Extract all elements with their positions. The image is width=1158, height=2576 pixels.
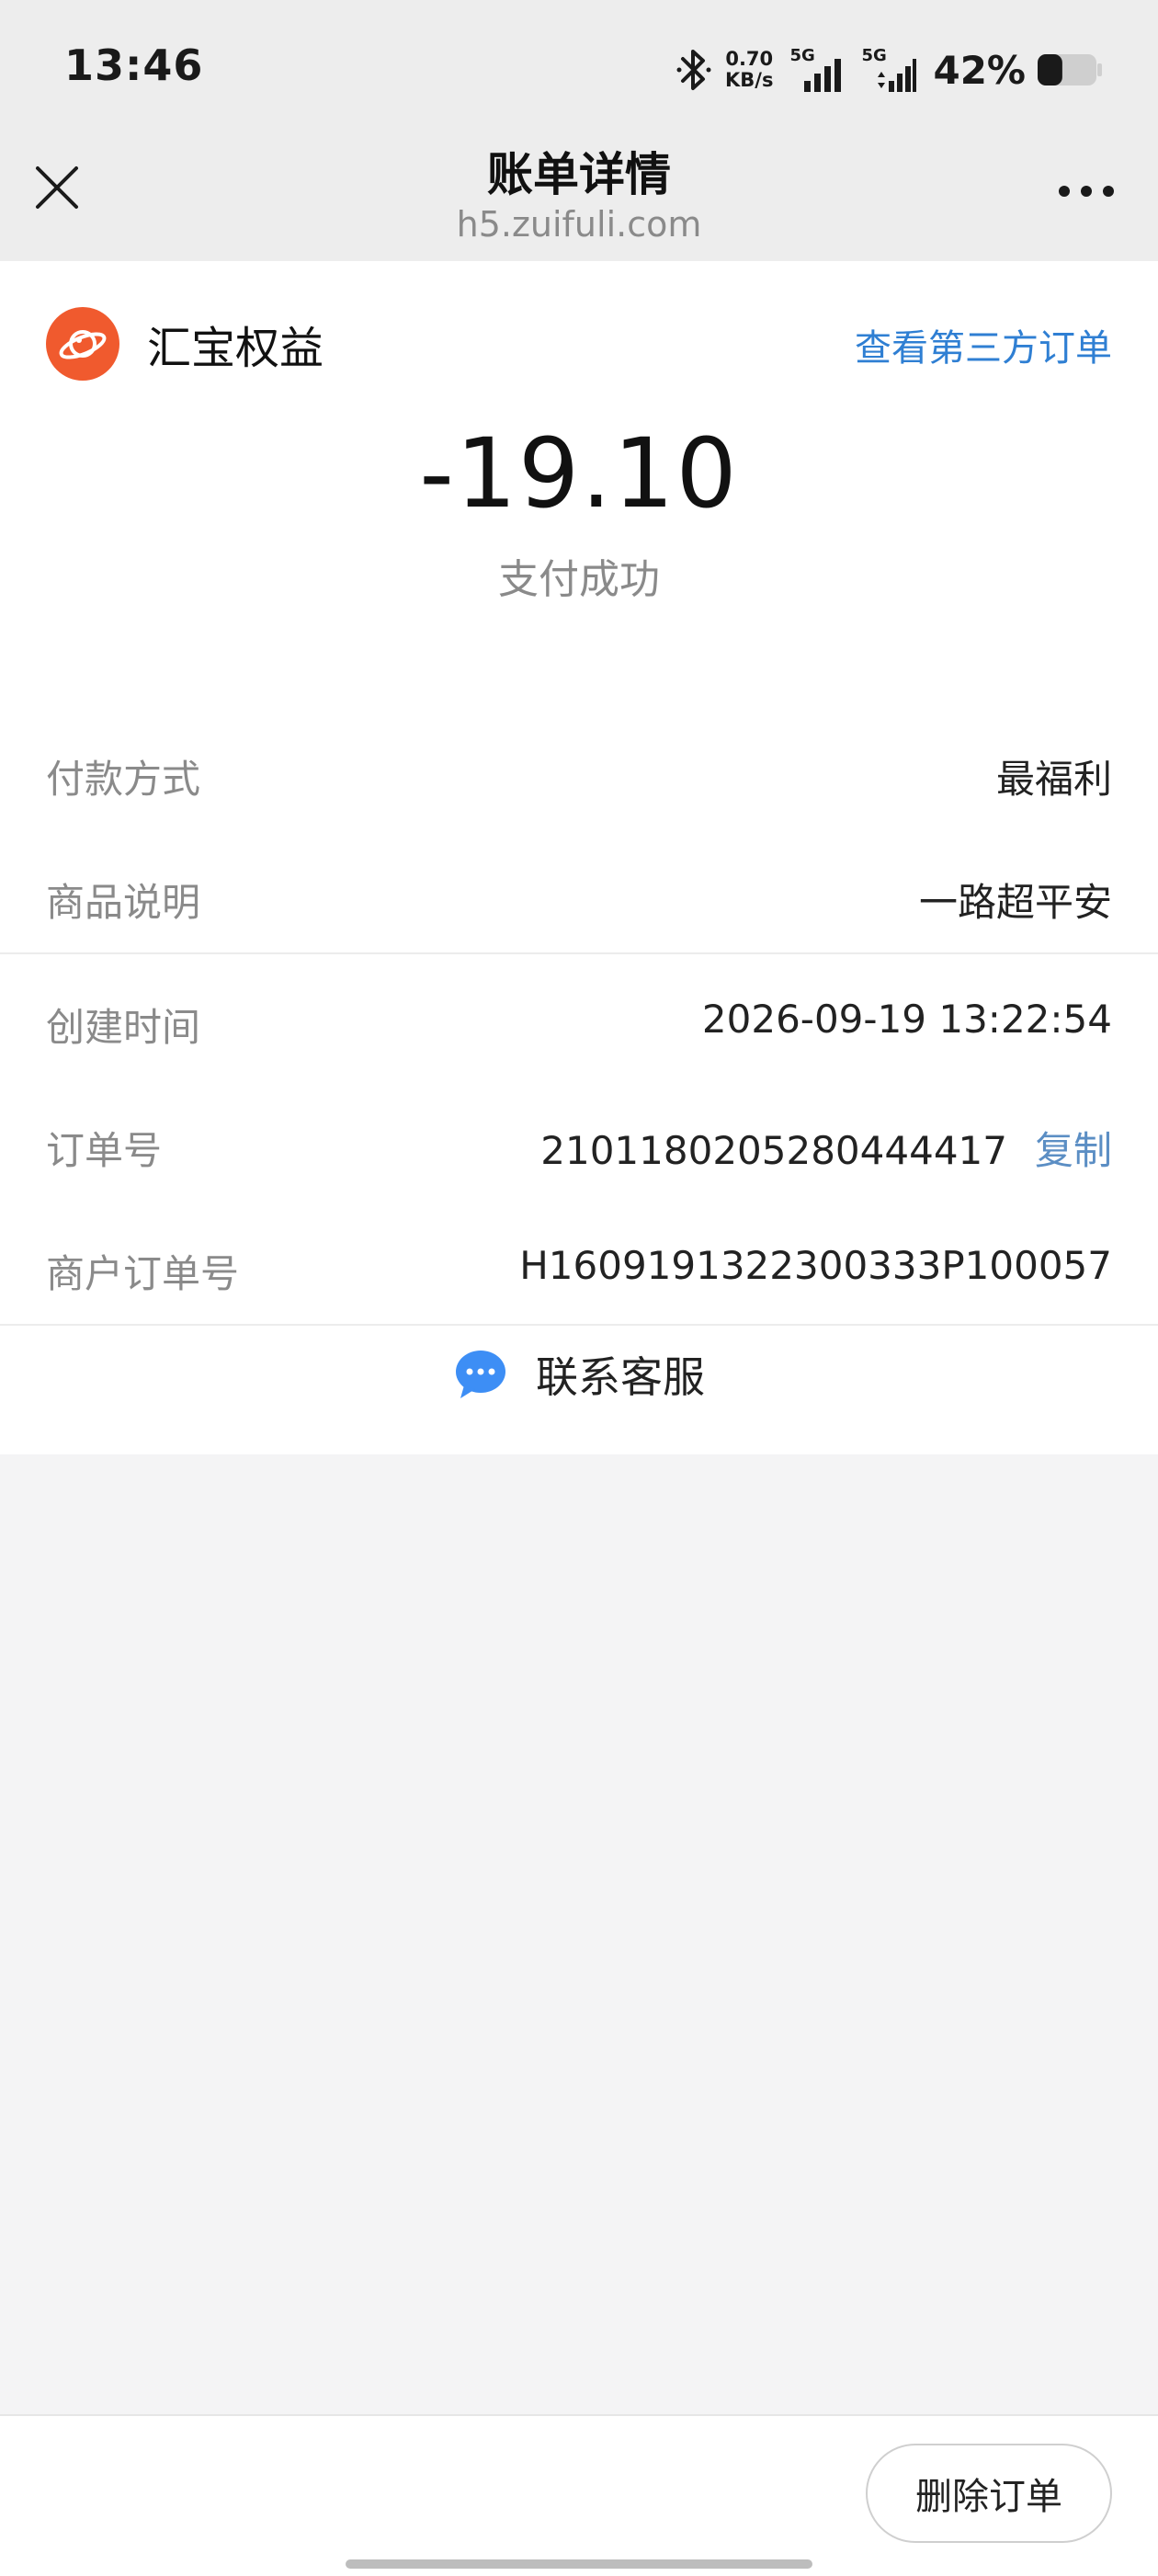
contact-support-label: 联系客服 bbox=[536, 1352, 705, 1402]
page-url: h5.zuifuli.com bbox=[456, 204, 702, 245]
top-bar: 13:46 0.70 KB/s 5G 5G 42% 账单详情 h5.zuiful… bbox=[0, 0, 1158, 261]
detail-value: 最福利 bbox=[995, 757, 1112, 802]
detail-row-order-no: 订单号 2101180205280444417 复制 bbox=[0, 1079, 1158, 1203]
more-dots-icon bbox=[1059, 186, 1114, 197]
network-speed-value: 0.70 bbox=[725, 48, 774, 70]
order-no-value-group: 2101180205280444417 复制 bbox=[540, 1120, 1112, 1176]
payment-amount: -19.10 bbox=[419, 417, 739, 530]
payment-status: 支付成功 bbox=[498, 556, 660, 603]
merchant-name: 汇宝权益 bbox=[147, 323, 324, 374]
order-number: 2101180205280444417 bbox=[540, 1128, 1007, 1173]
signal-sim1: 5G bbox=[789, 46, 846, 94]
detail-row-payment-method: 付款方式 最福利 bbox=[0, 708, 1158, 831]
detail-label: 创建时间 bbox=[46, 1005, 201, 1050]
detail-label: 付款方式 bbox=[46, 757, 201, 802]
status-time: 13:46 bbox=[64, 40, 204, 90]
detail-label: 商品说明 bbox=[46, 880, 201, 925]
battery-percent: 42% bbox=[933, 47, 1026, 93]
chat-bubble-icon bbox=[456, 1351, 505, 1398]
detail-row-product-desc: 商品说明 一路超平安 bbox=[0, 831, 1158, 954]
network-speed-unit: KB/s bbox=[725, 69, 774, 91]
bluetooth-icon bbox=[676, 50, 711, 90]
signal-bars-icon bbox=[804, 59, 842, 92]
copy-order-button[interactable]: 复制 bbox=[1035, 1120, 1112, 1176]
contact-support-button[interactable]: 联系客服 bbox=[0, 1324, 1158, 1425]
merchant-logo bbox=[46, 307, 119, 381]
detail-value: 2026-09-19 13:22:54 bbox=[701, 997, 1112, 1042]
more-button[interactable] bbox=[1040, 164, 1132, 219]
delete-order-button[interactable]: 删除订单 bbox=[866, 2444, 1112, 2543]
signal-sim2: 5G bbox=[861, 46, 918, 94]
bottom-action-bar: 删除订单 bbox=[0, 2414, 1158, 2576]
view-third-party-order-link[interactable]: 查看第三方订单 bbox=[855, 318, 1112, 371]
status-icons: 0.70 KB/s 5G 5G 42% bbox=[676, 42, 1103, 97]
merchant-header: 汇宝权益 bbox=[46, 307, 324, 381]
merchant-order-number: H1609191322300333P100057 bbox=[519, 1243, 1112, 1288]
planet-icon bbox=[59, 330, 107, 359]
detail-label: 订单号 bbox=[46, 1128, 163, 1173]
network-speed: 0.70 KB/s bbox=[725, 49, 773, 91]
page-title: 账单详情 bbox=[487, 148, 671, 201]
section-divider bbox=[0, 952, 1158, 954]
detail-row-created-time: 创建时间 2026-09-19 13:22:54 bbox=[0, 956, 1158, 1079]
signal-bars-icon bbox=[878, 59, 917, 92]
detail-label: 商户订单号 bbox=[46, 1251, 240, 1296]
detail-value: 一路超平安 bbox=[918, 880, 1112, 925]
home-indicator[interactable] bbox=[346, 2559, 812, 2569]
battery-icon bbox=[1038, 54, 1102, 85]
bill-detail-card: 汇宝权益 查看第三方订单 -19.10 支付成功 付款方式 最福利 商品说明 一… bbox=[0, 261, 1158, 1454]
detail-row-merchant-order-no: 商户订单号 H1609191322300333P100057 bbox=[0, 1203, 1158, 1326]
